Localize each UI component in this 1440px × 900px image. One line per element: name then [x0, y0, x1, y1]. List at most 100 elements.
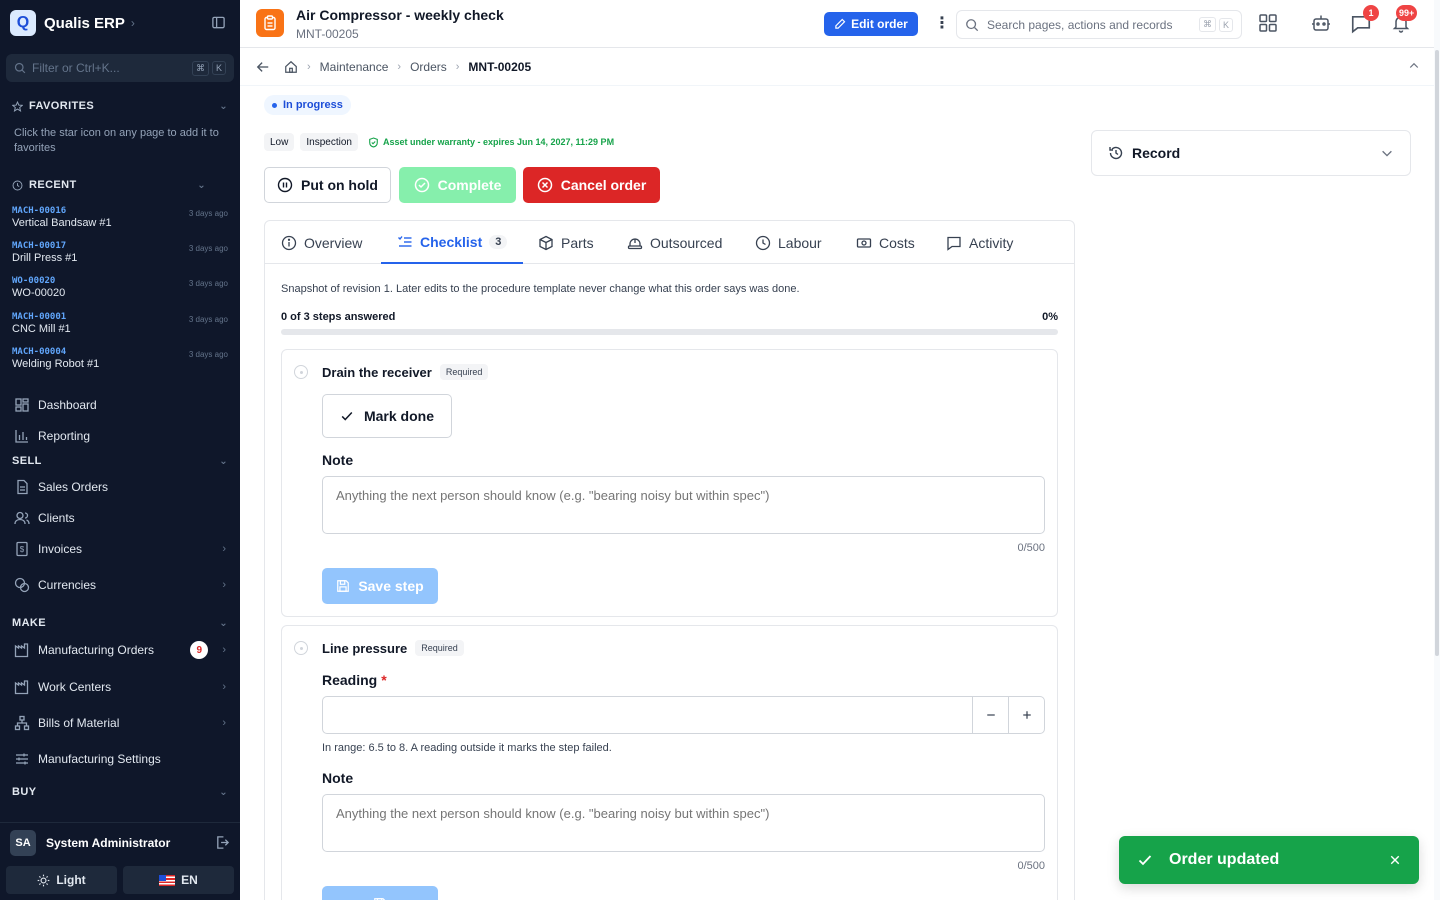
close-icon[interactable]	[1389, 854, 1401, 866]
tab-checklist[interactable]: Checklist 3	[381, 221, 524, 264]
app-name: Qualis ERP	[44, 14, 125, 32]
step-title: Line pressure Required	[322, 640, 464, 656]
snapshot-note: Snapshot of revision 1. Later edits to t…	[281, 283, 800, 295]
avatar[interactable]: SA	[10, 829, 36, 856]
sidebar-item-manufacturing-orders[interactable]: Manufacturing Orders 9 ›	[14, 639, 226, 661]
sidebar-item-label: Sales Orders	[38, 480, 109, 494]
global-search-input[interactable]: Search pages, actions and records ⌘ K	[956, 10, 1242, 39]
reading-stepper	[322, 696, 1045, 734]
factory-icon	[14, 642, 30, 658]
collapse-sidebar-icon[interactable]	[211, 15, 226, 30]
tab-label: Activity	[969, 234, 1014, 251]
recent-item-time: 3 days ago	[188, 350, 228, 359]
home-icon[interactable]	[284, 60, 298, 74]
sidebar-item-label: Clients	[38, 511, 75, 525]
sidebar-item-label: Dashboard	[38, 398, 97, 412]
sidebar-item-bills-of-material[interactable]: Bills of Material ›	[14, 712, 226, 734]
brand[interactable]: Q Qualis ERP ›	[10, 10, 232, 36]
sidebar-filter-input[interactable]: Filter or Ctrl+K... ⌘ K	[6, 54, 234, 82]
note-textarea[interactable]	[322, 794, 1045, 852]
chevron-right-icon: ›	[222, 681, 226, 693]
sidebar-item-sales-orders[interactable]: Sales Orders	[14, 476, 226, 498]
check-icon	[1137, 852, 1153, 868]
more-options-icon[interactable]: ⋮	[934, 13, 950, 33]
save-step-button[interactable]: Save step	[322, 568, 438, 604]
buy-section-header[interactable]: BUY ⌄	[12, 786, 228, 798]
kbd-cmd: ⌘	[191, 60, 209, 76]
record-panel-toggle[interactable]: Record	[1091, 130, 1411, 176]
put-on-hold-button[interactable]: Put on hold	[264, 167, 391, 203]
reading-label: Reading *	[322, 672, 387, 688]
chevron-down-icon: ⌄	[219, 100, 228, 112]
sidebar-item-reporting[interactable]: Reporting	[14, 425, 226, 447]
page-subtitle: MNT-00205	[296, 27, 359, 41]
chevron-right-icon: ›	[222, 644, 226, 656]
apps-grid-icon[interactable]	[1258, 13, 1278, 33]
breadcrumb-orders[interactable]: Orders	[410, 60, 447, 74]
sidebar-item-work-centers[interactable]: Work Centers ›	[14, 676, 226, 698]
progress-percent: 0%	[1042, 311, 1058, 323]
favorites-note: Click the star icon on any page to add i…	[14, 127, 219, 154]
sidebar-item-label: Manufacturing Settings	[38, 752, 161, 766]
robot-icon[interactable]	[1311, 13, 1331, 33]
decrement-button[interactable]	[972, 697, 1008, 733]
make-section-header[interactable]: MAKE ⌄	[12, 617, 228, 629]
tab-label: Checklist	[420, 233, 483, 250]
theme-toggle-button[interactable]: Light	[6, 866, 117, 894]
tab-costs[interactable]: Costs	[856, 221, 915, 264]
recent-item[interactable]: MACH-00004 Welding Robot #1 3 days ago	[12, 347, 228, 377]
reading-input[interactable]	[323, 697, 972, 733]
tab-labour[interactable]: Labour	[755, 221, 822, 264]
warranty-text: Asset under warranty - expires Jun 14, 2…	[382, 137, 615, 147]
recent-item[interactable]: WO-00020 WO-00020 3 days ago	[12, 276, 228, 306]
breadcrumb-maintenance[interactable]: Maintenance	[320, 60, 389, 74]
logout-icon[interactable]	[215, 835, 230, 850]
chevron-down-icon	[1380, 146, 1394, 160]
sidebar-footer: Light EN	[6, 866, 234, 894]
mark-done-button[interactable]: Mark done	[322, 394, 452, 438]
save-icon	[336, 579, 350, 593]
sell-section-header[interactable]: SELL ⌄	[12, 455, 228, 467]
tab-overview[interactable]: Overview	[281, 221, 362, 264]
increment-button[interactable]	[1008, 697, 1044, 733]
list-check-icon	[397, 234, 413, 250]
cancel-order-button[interactable]: Cancel order	[523, 167, 660, 203]
tab-activity[interactable]: Activity	[946, 221, 1013, 264]
required-badge: Required	[415, 640, 464, 656]
search-placeholder: Search pages, actions and records	[987, 17, 1173, 32]
recent-item[interactable]: MACH-00001 CNC Mill #1 3 days ago	[12, 312, 228, 342]
edit-order-button[interactable]: Edit order	[824, 12, 918, 36]
sidebar-item-clients[interactable]: Clients	[14, 507, 226, 529]
note-textarea[interactable]	[322, 476, 1045, 534]
sidebar-item-label: Bills of Material	[38, 716, 120, 730]
language-button[interactable]: EN	[123, 866, 234, 894]
chevron-right-icon: ›	[222, 579, 226, 591]
page-scrollbar[interactable]	[1434, 0, 1440, 900]
sidebar-item-currencies[interactable]: Currencies ›	[14, 574, 226, 596]
document-icon	[14, 479, 30, 495]
recent-item-name: Drill Press #1	[12, 252, 78, 264]
kbd-k: K	[1218, 17, 1233, 32]
kbd-k: K	[211, 61, 226, 75]
recent-item[interactable]: MACH-00016 Vertical Bandsaw #1 3 days ag…	[12, 206, 228, 236]
make-title: MAKE	[12, 617, 46, 629]
sidebar-item-dashboard[interactable]: Dashboard	[14, 394, 226, 416]
tab-parts[interactable]: Parts	[538, 221, 594, 264]
sidebar-item-manufacturing-settings[interactable]: Manufacturing Settings	[14, 748, 226, 770]
kbd-cmd: ⌘	[1198, 17, 1216, 32]
tab-label: Parts	[561, 234, 594, 251]
recent-item-name: Vertical Bandsaw #1	[12, 217, 112, 229]
complete-button[interactable]: Complete	[399, 167, 516, 203]
tab-outsourced[interactable]: Outsourced	[627, 221, 722, 264]
chevron-up-icon[interactable]	[1408, 60, 1420, 72]
breadcrumb-current: MNT-00205	[468, 59, 532, 74]
recent-item[interactable]: MACH-00017 Drill Press #1 3 days ago	[12, 241, 228, 271]
x-circle-icon	[537, 177, 553, 193]
save-step-button[interactable]	[322, 886, 438, 900]
favorites-header[interactable]: FAVORITES ⌄	[12, 100, 228, 112]
chevron-right-icon: ›	[130, 16, 135, 30]
recent-title: RECENT	[29, 179, 77, 191]
sidebar-item-invoices[interactable]: $ Invoices ›	[14, 538, 226, 560]
recent-header[interactable]: RECENT ⌄	[12, 179, 206, 191]
back-arrow-icon[interactable]	[256, 60, 270, 74]
